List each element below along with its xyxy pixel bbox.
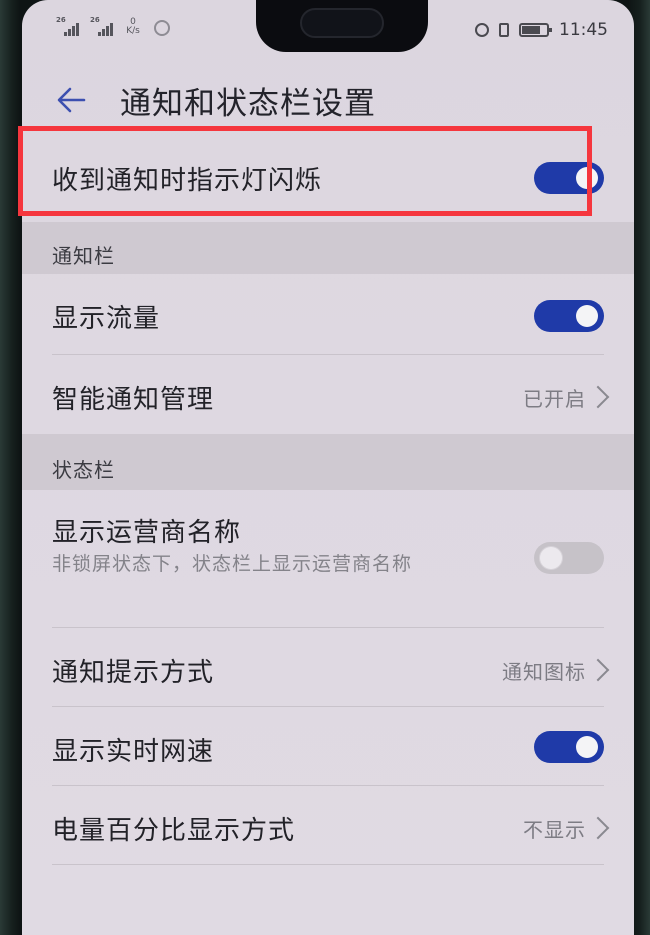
toggle-knob <box>576 305 598 327</box>
camera-icon <box>300 8 384 38</box>
setting-row-battery-percent[interactable]: 电量百分比显示方式 不显示 <box>22 786 634 864</box>
network-speed: 0 K/s <box>124 18 142 36</box>
back-arrow-icon[interactable] <box>52 80 92 120</box>
setting-row-show-carrier[interactable]: 显示运营商名称 非锁屏状态下，状态栏上显示运营商名称 <box>22 490 634 626</box>
setting-row-show-traffic[interactable]: 显示流量 <box>22 274 634 354</box>
section-header-notification-bar: 通知栏 <box>22 222 634 274</box>
toggle-knob <box>576 736 598 758</box>
chevron-right-icon <box>586 658 610 682</box>
section-title-notification-bar: 通知栏 <box>52 244 115 268</box>
battery-percent-value: 不显示 <box>523 818 586 842</box>
sim2-signal-icon: 26 <box>90 16 116 36</box>
chevron-right-icon <box>586 816 610 840</box>
section-header-status-bar: 状态栏 <box>22 434 634 490</box>
setting-row-smart-notify[interactable]: 智能通知管理 已开启 <box>22 355 634 433</box>
show-carrier-description: 非锁屏状态下，状态栏上显示运营商名称 <box>52 553 413 575</box>
alarm-icon <box>475 23 489 37</box>
show-traffic-toggle[interactable] <box>534 300 604 332</box>
notify-style-label: 通知提示方式 <box>52 658 215 688</box>
row-divider <box>52 864 604 865</box>
network-speed-unit: K/s <box>126 26 140 36</box>
notify-style-value: 通知图标 <box>502 660 586 684</box>
status-right: 11:45 <box>475 20 608 40</box>
setting-row-show-speed[interactable]: 显示实时网速 <box>22 707 634 785</box>
show-speed-toggle[interactable] <box>534 731 604 763</box>
status-time: 11:45 <box>559 20 608 40</box>
phone-frame: 26 26 0 K/s 11:45 通知和状态栏设置 收到通知时指示灯闪烁 通知… <box>0 0 650 935</box>
sim1-signal-icon: 26 <box>56 16 82 36</box>
highlight-annotation-box <box>18 126 592 216</box>
setting-row-notify-style[interactable]: 通知提示方式 通知图标 <box>22 628 634 706</box>
show-carrier-toggle[interactable] <box>534 542 604 574</box>
smart-notify-value: 已开启 <box>523 387 586 411</box>
page-title: 通知和状态栏设置 <box>120 86 376 122</box>
hd-icon <box>154 20 170 36</box>
vibrate-icon <box>499 23 509 37</box>
status-left: 26 26 0 K/s <box>56 16 170 36</box>
chevron-right-icon <box>586 385 610 409</box>
show-carrier-label: 显示运营商名称 <box>52 518 242 548</box>
show-speed-label: 显示实时网速 <box>52 737 215 767</box>
show-traffic-label: 显示流量 <box>52 304 161 334</box>
section-title-status-bar: 状态栏 <box>52 458 115 482</box>
battery-percent-label: 电量百分比显示方式 <box>52 816 296 846</box>
page-header: 通知和状态栏设置 <box>22 72 634 128</box>
battery-icon <box>519 23 552 37</box>
smart-notify-label: 智能通知管理 <box>52 385 215 415</box>
screen-notch <box>256 0 428 52</box>
toggle-knob <box>540 547 562 569</box>
